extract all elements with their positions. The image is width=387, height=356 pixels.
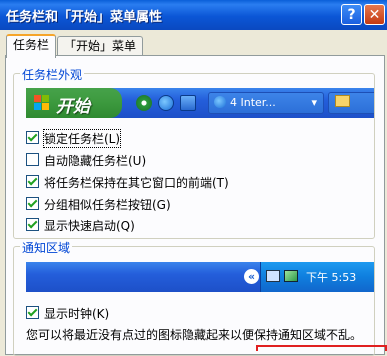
- tab-start-menu[interactable]: 「开始」菜单: [57, 36, 144, 57]
- quick-launch-checkbox[interactable]: [26, 218, 39, 231]
- tray-app-icon: [284, 270, 298, 282]
- lock-taskbar-checkbox[interactable]: [26, 131, 39, 144]
- keep-on-top-checkbox[interactable]: [26, 175, 39, 188]
- title-bar: 任务栏和「开始」菜单属性 ? ✕: [0, 0, 387, 30]
- clock-text: 下午 5:53: [306, 271, 357, 284]
- auto-hide-checkbox[interactable]: [26, 153, 39, 166]
- lock-taskbar-label: 锁定任务栏(L): [42, 129, 122, 148]
- notification-legend: 通知区域: [20, 239, 73, 256]
- taskbar-preview: 开始 4 Inter... ▾: [26, 88, 374, 118]
- network-icon: [266, 270, 280, 282]
- internet-explorer-icon: [214, 96, 226, 108]
- chevron-down-icon: ▾: [311, 96, 317, 109]
- group-buttons-checkbox[interactable]: [26, 197, 39, 210]
- task-button: 4 Inter... ▾: [208, 92, 324, 114]
- notification-description: 您可以将最近没有点过的图标隐藏起来以便保持通知区域不乱。: [26, 328, 363, 342]
- tab-taskbar[interactable]: 任务栏: [6, 34, 57, 58]
- media-player-icon: [136, 95, 152, 111]
- show-clock-label: 显示时钟(K): [44, 307, 110, 321]
- show-clock-checkbox[interactable]: [26, 306, 39, 319]
- start-label: 开始: [56, 97, 90, 117]
- window-title: 任务栏和「开始」菜单属性: [6, 10, 163, 25]
- folder-icon: [335, 95, 350, 107]
- windows-flag-icon: [34, 95, 49, 110]
- quick-launch-label: 显示快速启动(Q): [44, 219, 135, 233]
- group-buttons-label: 分组相似任务栏按钮(G): [44, 198, 171, 212]
- folder-task-button: [328, 92, 374, 114]
- task-button-label: 4 Inter...: [230, 96, 276, 109]
- start-button-preview: 开始: [26, 88, 122, 118]
- appearance-legend: 任务栏外观: [20, 66, 85, 83]
- notification-preview: « 下午 5:53: [26, 262, 374, 292]
- keep-on-top-label: 将任务栏保持在其它窗口的前端(T): [44, 176, 229, 190]
- show-desktop-icon: [180, 95, 196, 111]
- help-button[interactable]: ?: [341, 4, 362, 25]
- close-button[interactable]: ✕: [364, 4, 385, 25]
- auto-hide-label: 自动隐藏任务栏(U): [44, 154, 147, 168]
- expand-tray-icon: «: [244, 269, 259, 284]
- highlight-box: [256, 345, 387, 351]
- internet-explorer-icon: [158, 95, 174, 111]
